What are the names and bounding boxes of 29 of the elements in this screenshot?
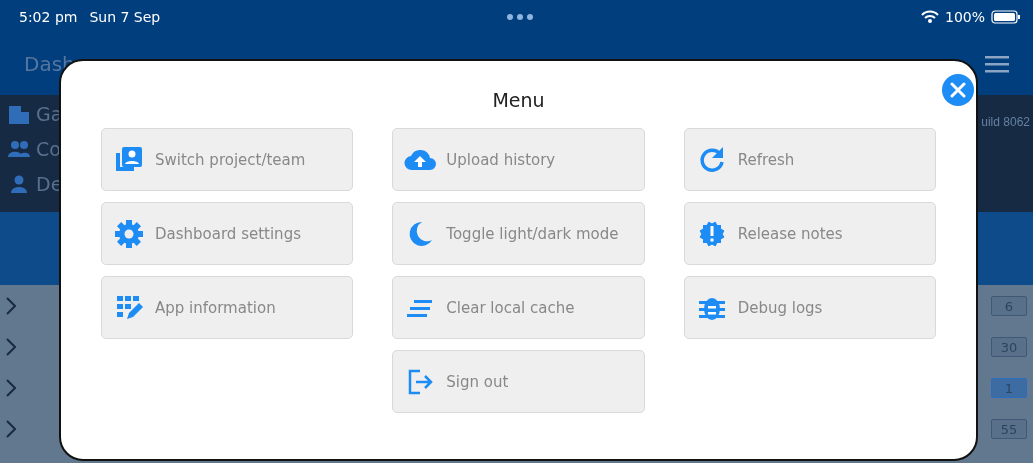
battery-percent: 100%: [944, 8, 985, 25]
menu-button[interactable]: App information: [101, 276, 354, 339]
build-number: uild 8062: [981, 115, 1031, 131]
menu-button[interactable]: Dashboard settings: [101, 202, 354, 265]
menu-button[interactable]: Refresh: [683, 128, 936, 191]
close-icon[interactable]: [950, 82, 966, 98]
people-icon: [8, 139, 30, 159]
count-badge: 1: [991, 378, 1027, 398]
more-icon[interactable]: [507, 13, 533, 20]
close-button[interactable]: [942, 74, 974, 106]
settings-icon: [113, 217, 145, 250]
wifi-icon: [920, 10, 939, 23]
menu-button[interactable]: Release notes: [683, 202, 936, 265]
chevron-icon[interactable]: [6, 297, 16, 315]
menu-button[interactable]: Debug logs: [683, 276, 936, 339]
dialog-title: Menu: [491, 89, 546, 111]
menu-button[interactable]: Sign out: [392, 350, 645, 413]
menu-icon[interactable]: [985, 55, 1009, 73]
chevron-icon[interactable]: [6, 379, 16, 397]
battery-icon: [991, 9, 1021, 24]
person-icon: [8, 174, 30, 194]
menu-button[interactable]: Toggle light/dark mode: [392, 202, 645, 265]
status-date: Sun 7 Sep: [89, 8, 161, 25]
chevron-icon[interactable]: [6, 338, 16, 356]
chevron-icon[interactable]: [6, 420, 16, 438]
menu-button[interactable]: Upload history: [392, 128, 645, 191]
menu-button[interactable]: Switch project/team: [101, 128, 354, 191]
status-time: 5:02 pm: [19, 8, 78, 25]
menu-button[interactable]: Clear local cache: [392, 276, 645, 339]
